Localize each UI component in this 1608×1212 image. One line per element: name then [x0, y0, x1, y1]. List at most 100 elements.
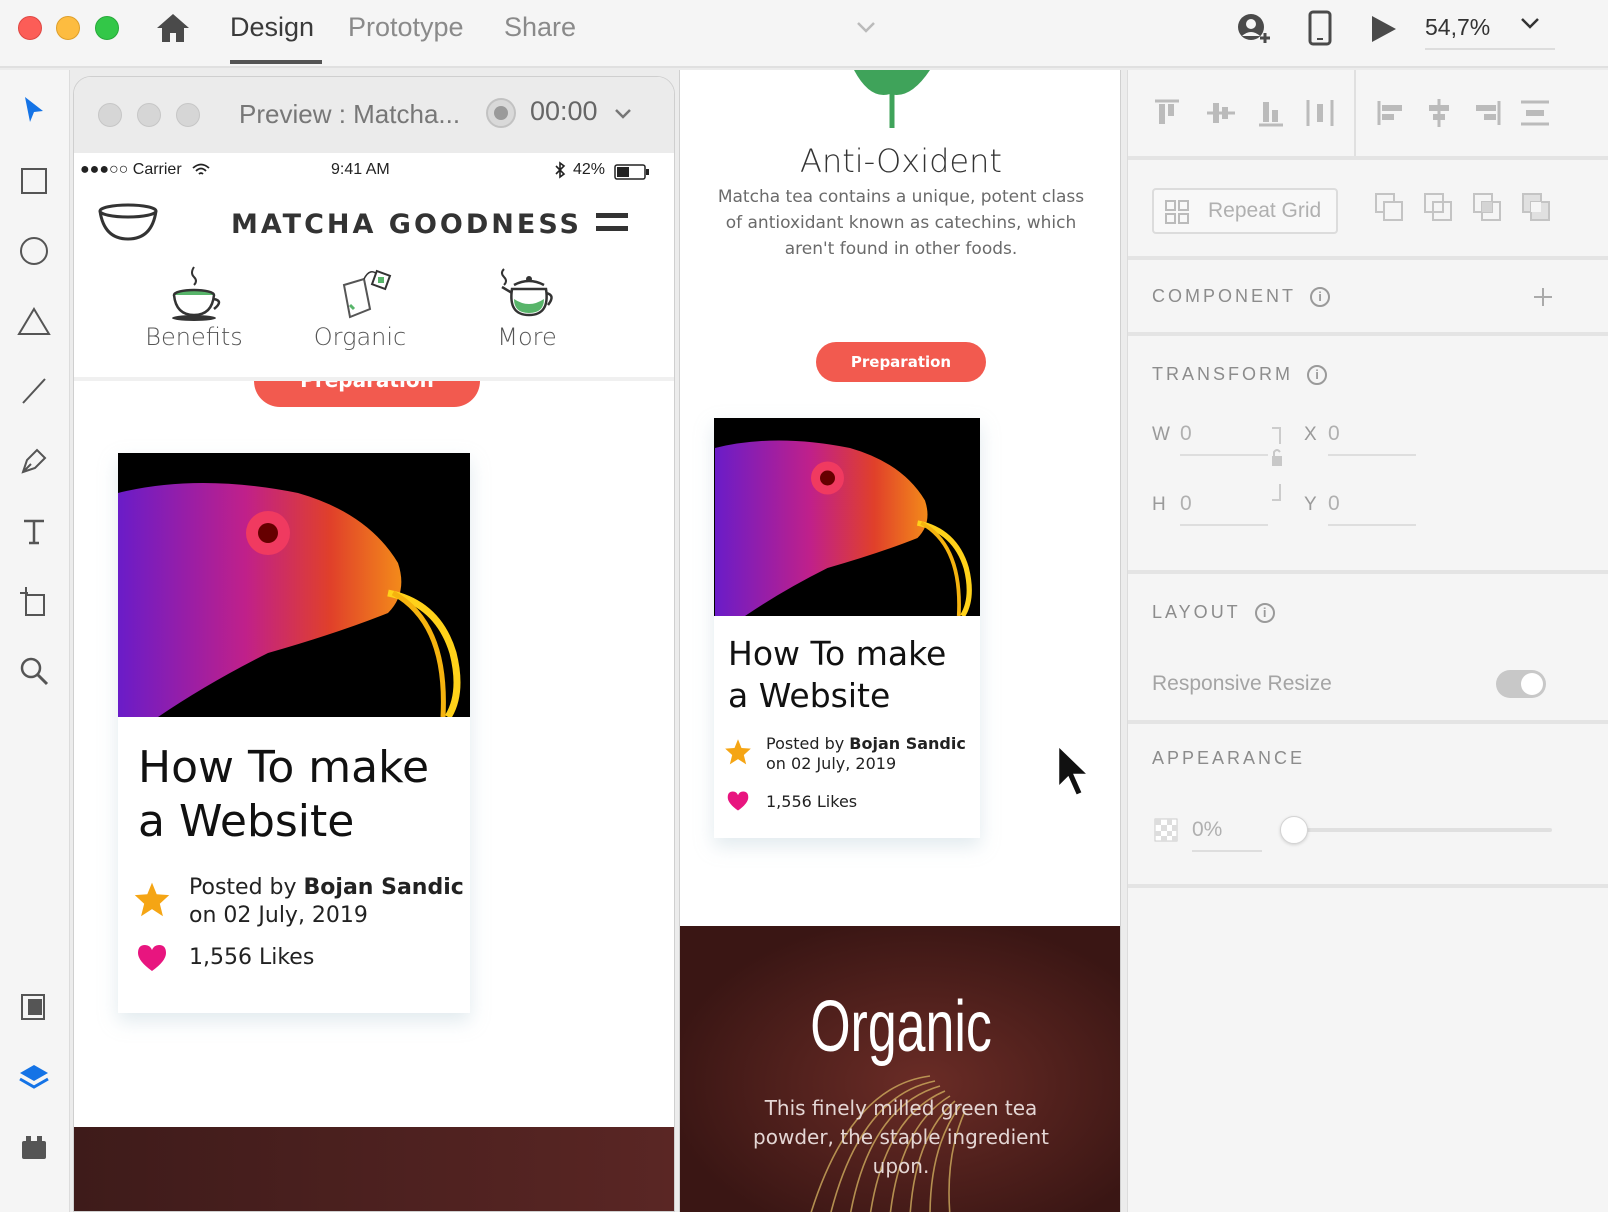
y-label: Y	[1304, 494, 1317, 515]
text-tool-icon[interactable]	[14, 511, 54, 551]
align-bottom-icon[interactable]	[1256, 98, 1286, 133]
device-preview-icon[interactable]	[1308, 10, 1332, 51]
chevron-down-icon[interactable]	[856, 20, 876, 39]
nav-organic[interactable]: Organic	[290, 323, 430, 351]
invite-user-icon[interactable]	[1236, 12, 1272, 53]
align-center-icon[interactable]	[1424, 98, 1454, 133]
record-icon[interactable]	[485, 97, 517, 134]
component-section-title: COMPONENT i	[1152, 286, 1330, 308]
divider-3	[1128, 332, 1608, 336]
appearance-section-title: APPEARANCE	[1152, 748, 1306, 768]
artboard-author-name[interactable]: Bojan Sandic	[849, 734, 966, 753]
zoom-chevron-icon[interactable]	[1520, 16, 1540, 35]
home-icon[interactable]	[155, 12, 191, 49]
organic-line-3: upon.	[872, 1154, 930, 1178]
nav-more[interactable]: More	[457, 323, 597, 351]
x-input[interactable]: 0	[1328, 422, 1416, 456]
opacity-slider-track[interactable]	[1288, 828, 1552, 832]
layers-icon[interactable]	[14, 1057, 54, 1097]
align-right-icon[interactable]	[1472, 98, 1502, 133]
lock-aspect-icon[interactable]	[1270, 426, 1284, 507]
repeat-grid-button[interactable]: Repeat Grid	[1152, 188, 1338, 234]
align-middle-icon[interactable]	[1206, 98, 1236, 133]
boolean-add-icon[interactable]	[1374, 192, 1406, 229]
card-posted-line: Posted by Bojan Sandic	[189, 875, 464, 901]
tools-panel	[0, 70, 70, 1212]
timer-chevron-icon[interactable]	[614, 107, 632, 125]
nav-benefits[interactable]: Benefits	[124, 323, 264, 351]
y-input[interactable]: 0	[1328, 492, 1416, 526]
carrier-label: ●●●○○ Carrier	[80, 161, 182, 178]
preview-titlebar: Preview : Matcha... 00:00	[74, 77, 674, 153]
boolean-subtract-icon[interactable]	[1423, 192, 1455, 229]
organic-line-1: This finely milled green tea	[764, 1096, 1038, 1120]
distribute-vertical-icon[interactable]	[1305, 98, 1335, 133]
plugins-icon[interactable]	[14, 1127, 54, 1167]
benefits-tea-cup-icon[interactable]	[172, 265, 224, 326]
body-line-1: Matcha tea contains a unique, potent cla…	[717, 187, 1085, 207]
transform-section-title: TRANSFORM i	[1152, 364, 1327, 386]
distribute-horizontal-icon[interactable]	[1520, 98, 1550, 133]
artboard-tool-icon[interactable]	[14, 581, 54, 621]
play-icon[interactable]	[1370, 14, 1398, 49]
layout-info-icon[interactable]: i	[1254, 603, 1275, 624]
artboard-heart-icon[interactable]	[726, 790, 750, 817]
align-top-icon[interactable]	[1152, 98, 1182, 133]
app-toolbar: Design Prototype Share 54,7%	[0, 0, 1608, 68]
battery-percent: 42%	[573, 161, 606, 178]
opacity-input[interactable]: 0%	[1192, 818, 1262, 852]
preview-window: Preview : Matcha... 00:00 ●●●○○ Carrier …	[73, 76, 675, 1212]
pen-tool-icon[interactable]	[14, 441, 54, 481]
preview-maximize-button[interactable]	[176, 103, 200, 127]
responsive-resize-label: Responsive Resize	[1152, 672, 1332, 695]
brand-title: MATCHA GOODNESS	[231, 209, 582, 240]
card-date: on 02 July, 2019	[189, 903, 368, 928]
component-info-icon[interactable]: i	[1310, 287, 1330, 308]
boolean-intersect-icon[interactable]	[1472, 192, 1504, 229]
transform-info-icon[interactable]: i	[1307, 365, 1327, 386]
add-component-icon[interactable]	[1532, 286, 1554, 313]
height-input[interactable]: 0	[1180, 492, 1268, 526]
more-teapot-icon[interactable]	[498, 265, 556, 326]
rectangle-tool-icon[interactable]	[14, 161, 54, 201]
tab-share[interactable]: Share	[504, 12, 576, 43]
active-tab-indicator	[230, 60, 322, 64]
preview-minimize-button[interactable]	[137, 103, 161, 127]
design-canvas[interactable]: Preview : Matcha... 00:00 ●●●○○ Carrier …	[71, 70, 1156, 1212]
artboard-preparation-button[interactable]: Preparation	[816, 342, 986, 382]
maximize-window-button[interactable]	[95, 16, 119, 40]
minimize-window-button[interactable]	[56, 16, 80, 40]
boolean-exclude-icon[interactable]	[1521, 192, 1553, 229]
width-label: W	[1152, 424, 1170, 445]
heart-icon[interactable]	[136, 943, 168, 978]
zoom-level[interactable]: 54,7%	[1425, 14, 1490, 41]
anti-oxident-heading: Anti-Oxident	[800, 142, 1002, 180]
close-window-button[interactable]	[18, 16, 42, 40]
author-name[interactable]: Bojan Sandic	[304, 875, 464, 900]
header-divider	[74, 377, 674, 381]
preview-close-button[interactable]	[98, 103, 122, 127]
body-line-2: of antioxidant known as catechins, which	[725, 213, 1077, 233]
opacity-slider-thumb[interactable]	[1280, 816, 1308, 844]
width-input[interactable]: 0	[1180, 422, 1268, 456]
polygon-tool-icon[interactable]	[14, 301, 54, 341]
artboard-card-date: on 02 July, 2019	[766, 754, 897, 773]
height-label: H	[1152, 494, 1166, 515]
opacity-checker-icon	[1154, 818, 1178, 847]
align-left-icon[interactable]	[1376, 98, 1406, 133]
responsive-resize-toggle[interactable]	[1496, 670, 1546, 698]
artboard-star-icon	[724, 738, 752, 770]
tab-design[interactable]: Design	[230, 12, 314, 43]
card-likes: 1,556 Likes	[189, 945, 315, 970]
hamburger-menu-icon[interactable]	[596, 211, 628, 240]
select-tool-icon[interactable]	[14, 90, 54, 130]
zoom-tool-icon[interactable]	[14, 651, 54, 691]
tab-prototype[interactable]: Prototype	[348, 12, 464, 43]
organic-tea-bag-icon[interactable]	[336, 265, 392, 326]
assets-icon[interactable]	[14, 987, 54, 1027]
artboard-mobile[interactable]: Anti-Oxident Matcha tea contains a uniqu…	[679, 70, 1121, 1212]
line-tool-icon[interactable]	[14, 371, 54, 411]
preview-title: Preview : Matcha...	[239, 99, 461, 129]
ellipse-tool-icon[interactable]	[14, 231, 54, 271]
divider-6	[1128, 884, 1608, 888]
